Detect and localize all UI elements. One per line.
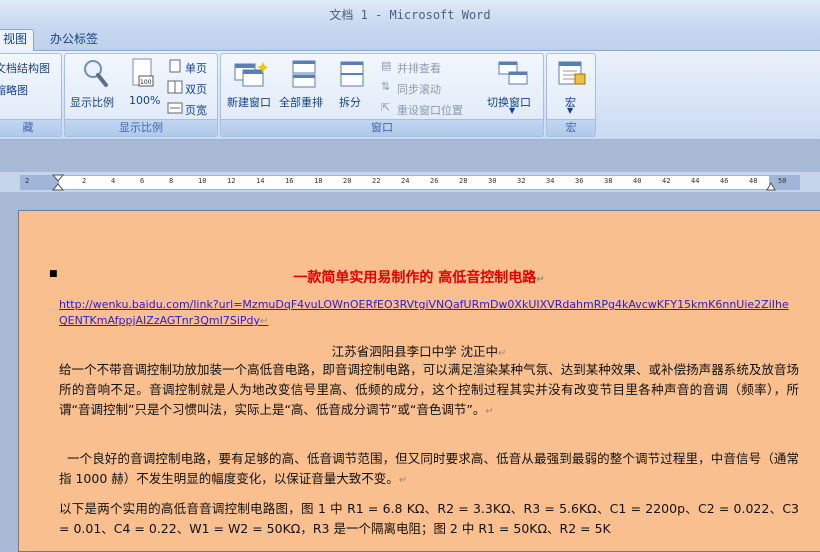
macros-chevron-down-icon: ▼ bbox=[567, 106, 574, 115]
ruler-tick-label: 2 bbox=[25, 177, 30, 185]
ruler-tick-label: 32 bbox=[517, 177, 526, 185]
ribbon: 文档结构图 缩略图 藏 显示比例 100 100% 单页 双页 页宽 显示比例 bbox=[0, 51, 820, 140]
ruler-tick-label: 50 bbox=[778, 177, 787, 185]
ruler-tick-label: 16 bbox=[285, 177, 294, 185]
two-pages-icon bbox=[167, 80, 183, 94]
ruler-tick-label: 34 bbox=[546, 177, 555, 185]
one-page-button[interactable]: 单页 bbox=[185, 60, 207, 76]
indent-marker-icon[interactable] bbox=[52, 174, 64, 192]
paragraph-mark-icon: ↵ bbox=[498, 348, 507, 359]
ruler-tick-label: 26 bbox=[430, 177, 439, 185]
svg-text:100: 100 bbox=[140, 79, 152, 86]
ruler-tick-label: 12 bbox=[227, 177, 236, 185]
ruler-tick-label: 22 bbox=[372, 177, 381, 185]
ruler-tick-label: 2 bbox=[82, 177, 87, 185]
arrange-all-icon bbox=[292, 60, 316, 88]
ruler-tick-label: 42 bbox=[662, 177, 671, 185]
view-side-by-side-button[interactable]: 并排查看 bbox=[397, 60, 441, 76]
document-map-button[interactable]: 文档结构图 bbox=[0, 60, 50, 76]
ruler-tick-label: 14 bbox=[256, 177, 265, 185]
paragraph-mark-icon: ↵ bbox=[536, 274, 545, 285]
macros-icon bbox=[558, 61, 586, 85]
window-title: 文档 1 - Microsoft Word bbox=[329, 8, 491, 22]
ruler-tick-label: 36 bbox=[575, 177, 584, 185]
paragraph-2: 一个良好的音调控制电路，要有足够的高、低音调节范围，但又同时要求高、低音从最强到… bbox=[59, 451, 799, 486]
paragraph-1: 给一个不带音调控制功放加装一个高低音电路，即音调控制电路，可以满足渲染某种气氛、… bbox=[59, 362, 799, 417]
synchronous-scrolling-button[interactable]: 同步滚动 bbox=[397, 81, 441, 97]
group-label-window: 窗口 bbox=[221, 119, 543, 136]
paragraph-mark-icon: ↵ bbox=[485, 406, 494, 417]
tab-view[interactable]: 视图 bbox=[0, 29, 35, 51]
ruler-tick-label: 28 bbox=[459, 177, 468, 185]
group-window: 新建窗口 全部重排 拆分 ▤ 并排查看 ⇅ 同步滚动 ⇱ 重设窗口位置 切换窗口… bbox=[220, 53, 544, 137]
page-width-button[interactable]: 页宽 bbox=[185, 102, 207, 118]
arrange-all-button[interactable]: 全部重排 bbox=[279, 94, 323, 110]
ruler-tick-label: 6 bbox=[140, 177, 145, 185]
group-show-hide: 文档结构图 缩略图 藏 bbox=[0, 53, 62, 137]
tab-office-tab[interactable]: 办公标签 bbox=[44, 30, 104, 49]
page-width-icon bbox=[167, 102, 183, 114]
switch-windows-icon bbox=[498, 61, 528, 85]
source-link[interactable]: http://wenku.baidu.com/link?url=MzmuDqF4… bbox=[59, 297, 789, 330]
ruler-tick-label: 38 bbox=[604, 177, 613, 185]
switch-windows-chevron-down-icon: ▼ bbox=[509, 106, 516, 115]
split-button[interactable]: 拆分 bbox=[339, 94, 361, 110]
ruler-tick-label: 30 bbox=[488, 177, 497, 185]
right-indent-marker-icon[interactable] bbox=[766, 181, 776, 191]
new-window-icon bbox=[234, 62, 267, 87]
one-page-icon bbox=[169, 59, 181, 73]
paragraph-mark-icon: ↵ bbox=[398, 475, 408, 486]
ribbon-tabs: 视图 办公标签 bbox=[0, 28, 820, 51]
sync-scroll-icon: ⇅ bbox=[381, 80, 391, 93]
group-label-macros: 宏 bbox=[547, 119, 595, 136]
ruler-tick-label: 10 bbox=[198, 177, 207, 185]
horizontal-ruler[interactable]: 2 2 4 6 8 10 12 14 16 18 20 22 24 26 28 30 32 34 36 38 40 42 4… bbox=[0, 172, 820, 192]
author-line: 江苏省泗阳县李口中学 沈正中↵ bbox=[331, 344, 507, 359]
document-page[interactable]: ■ 一款简单实用易制作的 高低音控制电路↵ http://wenku.baidu… bbox=[18, 210, 820, 552]
paragraph-3: 以下是两个实用的高低音音调控制电路图，图 1 中 R1 = 6.8 KΩ、R2 … bbox=[59, 501, 799, 536]
ruler-tick-label: 40 bbox=[633, 177, 642, 185]
group-macros: 宏 ▼ 宏 bbox=[546, 53, 596, 137]
ruler-tick-label: 24 bbox=[401, 177, 410, 185]
document-title: 一款简单实用易制作的 高低音控制电路↵ bbox=[293, 270, 545, 286]
zoom-magnifier-icon bbox=[84, 60, 108, 87]
ruler-tick-label: 46 bbox=[720, 177, 729, 185]
zoom-100-button[interactable]: 100% bbox=[129, 94, 160, 107]
group-label-zoom: 显示比例 bbox=[65, 119, 217, 136]
reset-window-position-button[interactable]: 重设窗口位置 bbox=[397, 102, 463, 118]
ruler-strip: 2 2 4 6 8 10 12 14 16 18 20 22 24 26 28 30 32 34 36 38 40 42 4… bbox=[20, 175, 800, 190]
two-pages-button[interactable]: 双页 bbox=[185, 81, 207, 97]
new-window-button[interactable]: 新建窗口 bbox=[227, 94, 271, 110]
zoom-button[interactable]: 显示比例 bbox=[70, 94, 114, 110]
ruler-tick-label: 18 bbox=[314, 177, 323, 185]
ruler-tick-label: 44 bbox=[691, 177, 700, 185]
reset-position-icon: ⇱ bbox=[381, 101, 391, 114]
group-label-show-hide: 藏 bbox=[0, 119, 61, 136]
ruler-tick-label: 4 bbox=[111, 177, 116, 185]
side-by-side-icon: ▤ bbox=[381, 59, 392, 72]
ruler-tick-label: 48 bbox=[749, 177, 758, 185]
zoom-100-icon: 100 bbox=[132, 58, 154, 87]
ruler-tick-label: 8 bbox=[169, 177, 174, 185]
title-bar: 文档 1 - Microsoft Word bbox=[0, 0, 820, 28]
paragraph-mark-icon: ↵ bbox=[260, 316, 269, 327]
split-icon bbox=[340, 61, 364, 87]
ruler-tick-label: 20 bbox=[343, 177, 352, 185]
group-zoom: 显示比例 100 100% 单页 双页 页宽 显示比例 bbox=[64, 53, 218, 137]
thumbnails-button[interactable]: 缩略图 bbox=[0, 82, 28, 98]
